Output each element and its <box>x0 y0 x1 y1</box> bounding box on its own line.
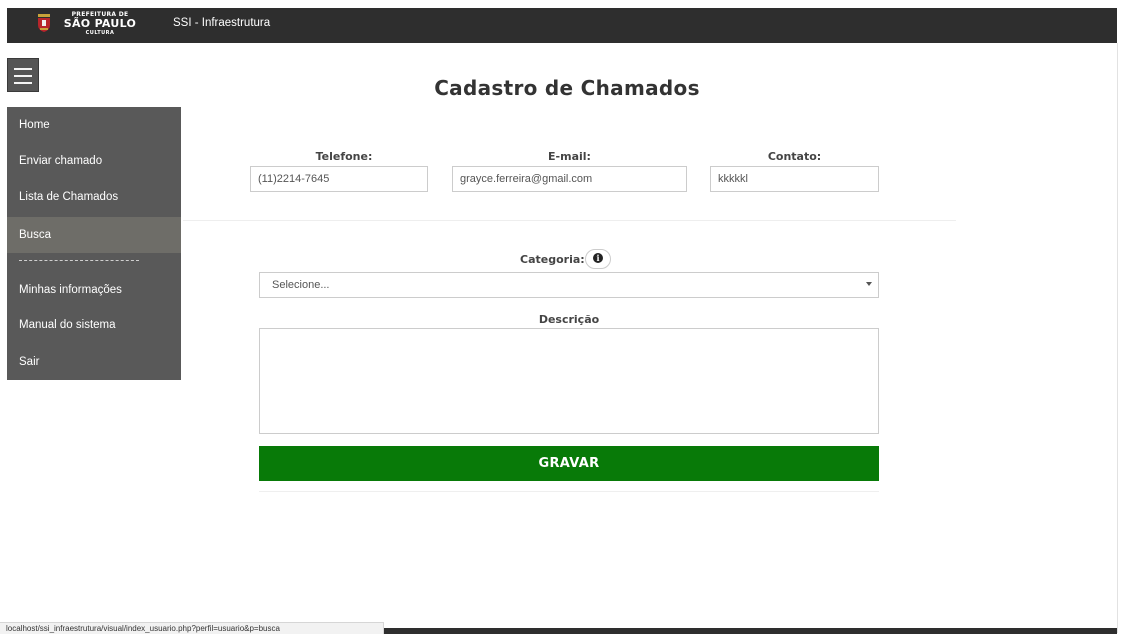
descricao-textarea[interactable] <box>259 328 879 434</box>
email-label: E-mail: <box>548 150 591 163</box>
sidebar-item-sair[interactable]: Sair <box>7 344 181 380</box>
gravar-button[interactable]: GRAVAR <box>259 446 879 481</box>
section-divider <box>183 220 956 221</box>
button-divider <box>259 491 879 492</box>
sidebar-item-busca[interactable]: Busca <box>7 217 181 253</box>
email-field[interactable]: grayce.ferreira@gmail.com <box>452 166 687 192</box>
logo-line3: CULTURA <box>85 30 115 36</box>
top-navbar: PREFEITURA DE SÃO PAULO CULTURA SSI - In… <box>7 8 1117 43</box>
sao-paulo-crest-icon <box>38 14 50 32</box>
categoria-select-value: Selecione... <box>272 279 330 291</box>
sidebar-item-lista-de-chamados[interactable]: Lista de Chamados <box>7 179 181 215</box>
sidebar: Home Enviar chamado Lista de Chamados Bu… <box>7 107 181 380</box>
descricao-label: Descrição <box>538 313 600 326</box>
contato-label: Contato: <box>767 150 822 163</box>
footer-bar <box>384 628 1117 634</box>
page-title: Cadastro de Chamados <box>434 76 700 100</box>
categoria-label: Categoria: <box>520 253 585 266</box>
system-name[interactable]: SSI - Infraestrutura <box>173 17 270 29</box>
page-right-border <box>1117 43 1118 633</box>
sidebar-item-enviar-chamado[interactable]: Enviar chamado <box>7 143 181 179</box>
sidebar-item-manual-do-sistema[interactable]: Manual do sistema <box>7 307 181 343</box>
caret-down-icon <box>866 282 872 286</box>
categoria-select[interactable]: Selecione... <box>259 272 879 298</box>
hamburger-icon <box>14 68 32 70</box>
sidebar-divider <box>19 260 139 261</box>
status-bar-url: localhost/ssi_infraestrutura/visual/inde… <box>0 622 384 634</box>
prefeitura-logo[interactable]: PREFEITURA DE SÃO PAULO CULTURA <box>35 11 145 39</box>
logo-text: PREFEITURA DE SÃO PAULO CULTURA <box>59 11 141 36</box>
categoria-info-button[interactable]: i <box>585 249 611 269</box>
info-icon: i <box>593 253 603 263</box>
sidebar-item-minhas-informacoes[interactable]: Minhas informações <box>7 272 181 308</box>
sidebar-item-home[interactable]: Home <box>7 107 181 143</box>
telefone-label: Telefone: <box>315 150 373 163</box>
telefone-field[interactable]: (11)2214-7645 <box>250 166 428 192</box>
logo-line2: SÃO PAULO <box>63 17 137 30</box>
contato-field[interactable]: kkkkkl <box>710 166 879 192</box>
